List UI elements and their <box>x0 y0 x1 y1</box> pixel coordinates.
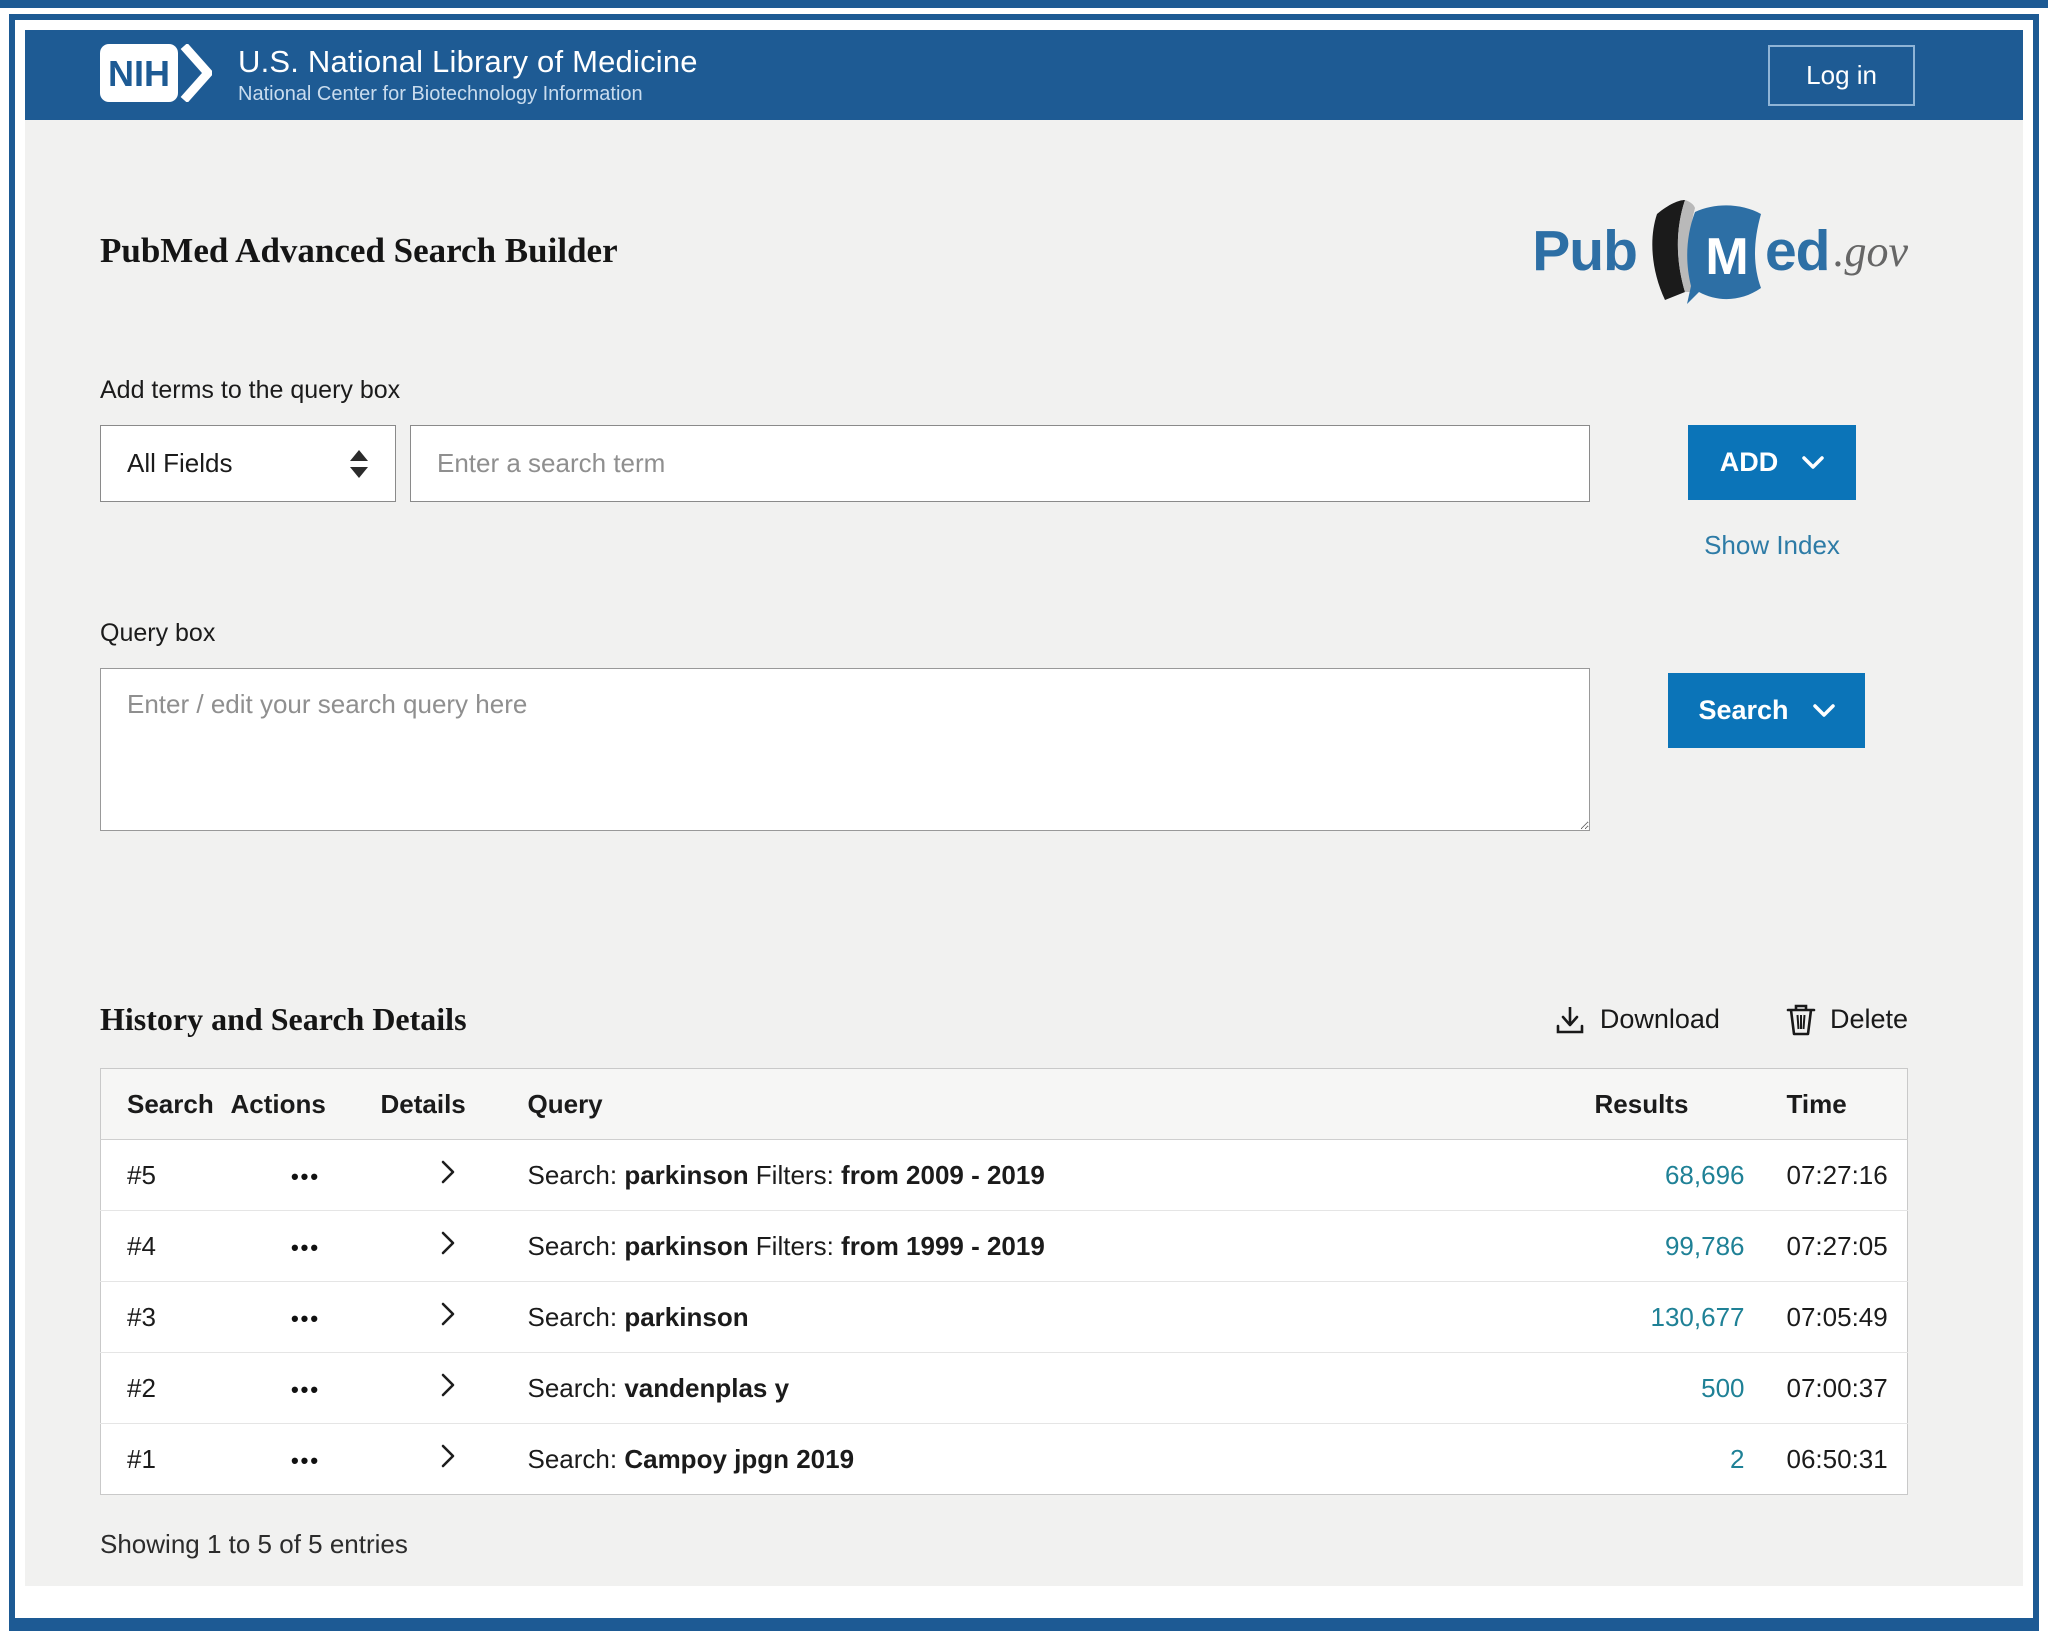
download-label: Download <box>1600 1004 1720 1035</box>
row-results-link[interactable]: 500 <box>1701 1373 1744 1403</box>
row-actions-button[interactable]: ••• <box>291 1164 320 1190</box>
show-index-link[interactable]: Show Index <box>1704 530 1840 561</box>
chevron-down-icon <box>1802 456 1824 469</box>
chevron-right-icon <box>441 1444 455 1468</box>
field-selector-value: All Fields <box>127 448 232 479</box>
row-actions-button[interactable]: ••• <box>291 1235 320 1261</box>
page-frame: NIH U.S. National Library of Medicine Na… <box>9 14 2039 1631</box>
row-details-button[interactable] <box>441 1373 455 1397</box>
row-query: Search: parkinson Filters: from 2009 - 2… <box>528 1160 1045 1190</box>
search-number: #3 <box>101 1282 231 1353</box>
pubmed-book-icon: M <box>1639 200 1767 306</box>
search-term-input[interactable] <box>410 425 1590 502</box>
delete-button[interactable]: Delete <box>1786 1004 1908 1036</box>
nih-logo-icon: NIH <box>100 44 212 102</box>
row-time: 07:05:49 <box>1745 1282 1908 1353</box>
row-results-link[interactable]: 68,696 <box>1665 1160 1745 1190</box>
add-terms-row: All Fields ADD Show Index <box>100 425 1908 561</box>
query-box-row: Search <box>100 668 1908 831</box>
entries-summary: Showing 1 to 5 of 5 entries <box>100 1529 1908 1560</box>
add-button-label: ADD <box>1720 447 1779 478</box>
col-time: Time <box>1745 1069 1908 1140</box>
row-details-button[interactable] <box>441 1160 455 1184</box>
row-query: Search: Campoy jpgn 2019 <box>528 1444 855 1474</box>
search-number: #4 <box>101 1211 231 1282</box>
col-query: Query <box>516 1069 1595 1140</box>
table-row: #2 ••• Search: vandenplas y 500 07:00:37 <box>101 1353 1908 1424</box>
history-header: History and Search Details Download <box>100 1001 1908 1038</box>
sort-arrows-icon <box>349 450 369 478</box>
download-button[interactable]: Download <box>1554 1004 1720 1036</box>
nih-logo[interactable]: NIH <box>100 44 212 107</box>
search-button[interactable]: Search <box>1668 673 1865 748</box>
pubmed-logo-gov: .gov <box>1833 226 1908 277</box>
history-table: Search Actions Details Query Results Tim… <box>100 1068 1908 1495</box>
col-results: Results <box>1595 1069 1745 1140</box>
col-details: Details <box>381 1069 516 1140</box>
history-title: History and Search Details <box>100 1001 467 1038</box>
row-time: 07:27:16 <box>1745 1140 1908 1211</box>
svg-text:M: M <box>1705 228 1748 286</box>
table-header-row: Search Actions Details Query Results Tim… <box>101 1069 1908 1140</box>
row-details-button[interactable] <box>441 1444 455 1468</box>
pubmed-logo[interactable]: Pub M ed .gov <box>1532 198 1908 304</box>
search-number: #2 <box>101 1353 231 1424</box>
add-terms-label: Add terms to the query box <box>100 376 1908 405</box>
table-row: #1 ••• Search: Campoy jpgn 2019 2 06:50:… <box>101 1424 1908 1495</box>
col-actions: Actions <box>231 1069 381 1140</box>
chevron-down-icon <box>1813 704 1835 717</box>
row-time: 07:00:37 <box>1745 1353 1908 1424</box>
chevron-right-icon <box>441 1373 455 1397</box>
history-actions: Download Delete <box>1554 1004 1908 1036</box>
main-content: PubMed Advanced Search Builder Pub M ed … <box>25 120 2023 1586</box>
search-number: #5 <box>101 1140 231 1211</box>
table-row: #3 ••• Search: parkinson 130,677 07:05:4… <box>101 1282 1908 1353</box>
pubmed-logo-med: ed <box>1765 218 1830 284</box>
table-row: #5 ••• Search: parkinson Filters: from 2… <box>101 1140 1908 1211</box>
row-actions-button[interactable]: ••• <box>291 1448 320 1474</box>
query-textarea[interactable] <box>100 668 1590 831</box>
svg-text:NIH: NIH <box>108 53 170 94</box>
row-details-button[interactable] <box>441 1231 455 1255</box>
chevron-right-icon <box>441 1160 455 1184</box>
pubmed-logo-pub: Pub <box>1532 218 1637 284</box>
add-button-column: ADD Show Index <box>1674 425 1870 561</box>
add-button[interactable]: ADD <box>1688 425 1856 500</box>
download-icon <box>1554 1004 1586 1036</box>
table-row: #4 ••• Search: parkinson Filters: from 1… <box>101 1211 1908 1282</box>
row-details-button[interactable] <box>441 1302 455 1326</box>
row-actions-button[interactable]: ••• <box>291 1377 320 1403</box>
nih-header: NIH U.S. National Library of Medicine Na… <box>25 30 2023 120</box>
row-time: 07:27:05 <box>1745 1211 1908 1282</box>
page-title: PubMed Advanced Search Builder <box>100 231 618 271</box>
org-titles: U.S. National Library of Medicine Nation… <box>238 44 698 106</box>
row-results-link[interactable]: 130,677 <box>1651 1302 1745 1332</box>
col-search: Search <box>101 1069 231 1140</box>
row-time: 06:50:31 <box>1745 1424 1908 1495</box>
row-query: Search: vandenplas y <box>528 1373 790 1403</box>
field-selector[interactable]: All Fields <box>100 425 396 502</box>
login-button[interactable]: Log in <box>1768 45 1915 106</box>
row-results-link[interactable]: 99,786 <box>1665 1231 1745 1261</box>
row-results-link[interactable]: 2 <box>1730 1444 1744 1474</box>
search-number: #1 <box>101 1424 231 1495</box>
search-button-label: Search <box>1698 695 1788 726</box>
chevron-right-icon <box>441 1302 455 1326</box>
page-top-border <box>0 0 2048 8</box>
row-query: Search: parkinson <box>528 1302 749 1332</box>
org-subtitle: National Center for Biotechnology Inform… <box>238 83 698 106</box>
chevron-right-icon <box>441 1231 455 1255</box>
title-row: PubMed Advanced Search Builder Pub M ed … <box>100 120 1908 304</box>
query-box-label: Query box <box>100 619 1908 648</box>
trash-icon <box>1786 1004 1816 1036</box>
delete-label: Delete <box>1830 1004 1908 1035</box>
row-actions-button[interactable]: ••• <box>291 1306 320 1332</box>
row-query: Search: parkinson Filters: from 1999 - 2… <box>528 1231 1045 1261</box>
org-title: U.S. National Library of Medicine <box>238 44 698 80</box>
